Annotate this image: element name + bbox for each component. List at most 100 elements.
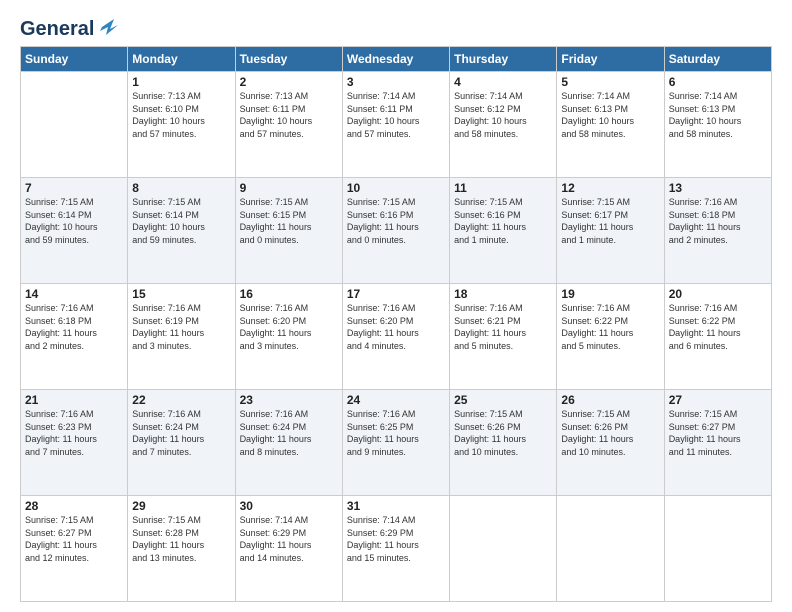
day-info: Sunrise: 7:14 AM Sunset: 6:12 PM Dayligh…: [454, 90, 552, 140]
day-info: Sunrise: 7:16 AM Sunset: 6:20 PM Dayligh…: [347, 302, 445, 352]
weekday-thursday: Thursday: [450, 47, 557, 72]
day-info: Sunrise: 7:15 AM Sunset: 6:14 PM Dayligh…: [132, 196, 230, 246]
calendar-cell: 22Sunrise: 7:16 AM Sunset: 6:24 PM Dayli…: [128, 390, 235, 496]
day-number: 23: [240, 393, 338, 407]
day-info: Sunrise: 7:14 AM Sunset: 6:13 PM Dayligh…: [561, 90, 659, 140]
calendar-cell: 11Sunrise: 7:15 AM Sunset: 6:16 PM Dayli…: [450, 178, 557, 284]
calendar-cell: 1Sunrise: 7:13 AM Sunset: 6:10 PM Daylig…: [128, 72, 235, 178]
day-number: 2: [240, 75, 338, 89]
day-number: 18: [454, 287, 552, 301]
calendar-cell: 15Sunrise: 7:16 AM Sunset: 6:19 PM Dayli…: [128, 284, 235, 390]
weekday-wednesday: Wednesday: [342, 47, 449, 72]
weekday-monday: Monday: [128, 47, 235, 72]
calendar-cell: 8Sunrise: 7:15 AM Sunset: 6:14 PM Daylig…: [128, 178, 235, 284]
calendar-cell: [557, 496, 664, 602]
day-info: Sunrise: 7:16 AM Sunset: 6:24 PM Dayligh…: [240, 408, 338, 458]
day-number: 3: [347, 75, 445, 89]
day-info: Sunrise: 7:13 AM Sunset: 6:11 PM Dayligh…: [240, 90, 338, 140]
calendar-cell: [450, 496, 557, 602]
day-number: 13: [669, 181, 767, 195]
day-number: 21: [25, 393, 123, 407]
calendar-table: SundayMondayTuesdayWednesdayThursdayFrid…: [20, 46, 772, 602]
day-info: Sunrise: 7:16 AM Sunset: 6:22 PM Dayligh…: [669, 302, 767, 352]
calendar-cell: [664, 496, 771, 602]
day-number: 12: [561, 181, 659, 195]
calendar-cell: 20Sunrise: 7:16 AM Sunset: 6:22 PM Dayli…: [664, 284, 771, 390]
day-info: Sunrise: 7:15 AM Sunset: 6:16 PM Dayligh…: [347, 196, 445, 246]
day-info: Sunrise: 7:16 AM Sunset: 6:18 PM Dayligh…: [25, 302, 123, 352]
day-info: Sunrise: 7:16 AM Sunset: 6:23 PM Dayligh…: [25, 408, 123, 458]
day-number: 6: [669, 75, 767, 89]
calendar-cell: 18Sunrise: 7:16 AM Sunset: 6:21 PM Dayli…: [450, 284, 557, 390]
calendar-cell: 27Sunrise: 7:15 AM Sunset: 6:27 PM Dayli…: [664, 390, 771, 496]
day-number: 19: [561, 287, 659, 301]
day-number: 1: [132, 75, 230, 89]
day-number: 16: [240, 287, 338, 301]
calendar-cell: 29Sunrise: 7:15 AM Sunset: 6:28 PM Dayli…: [128, 496, 235, 602]
calendar-cell: 5Sunrise: 7:14 AM Sunset: 6:13 PM Daylig…: [557, 72, 664, 178]
day-info: Sunrise: 7:15 AM Sunset: 6:27 PM Dayligh…: [669, 408, 767, 458]
calendar-cell: 13Sunrise: 7:16 AM Sunset: 6:18 PM Dayli…: [664, 178, 771, 284]
calendar-cell: 28Sunrise: 7:15 AM Sunset: 6:27 PM Dayli…: [21, 496, 128, 602]
day-info: Sunrise: 7:16 AM Sunset: 6:18 PM Dayligh…: [669, 196, 767, 246]
day-number: 4: [454, 75, 552, 89]
calendar-body: 1Sunrise: 7:13 AM Sunset: 6:10 PM Daylig…: [21, 72, 772, 602]
day-info: Sunrise: 7:14 AM Sunset: 6:29 PM Dayligh…: [347, 514, 445, 564]
calendar-cell: 3Sunrise: 7:14 AM Sunset: 6:11 PM Daylig…: [342, 72, 449, 178]
calendar-cell: 21Sunrise: 7:16 AM Sunset: 6:23 PM Dayli…: [21, 390, 128, 496]
page-header: General: [20, 18, 772, 36]
calendar-cell: 4Sunrise: 7:14 AM Sunset: 6:12 PM Daylig…: [450, 72, 557, 178]
weekday-friday: Friday: [557, 47, 664, 72]
calendar-cell: 16Sunrise: 7:16 AM Sunset: 6:20 PM Dayli…: [235, 284, 342, 390]
calendar-cell: 25Sunrise: 7:15 AM Sunset: 6:26 PM Dayli…: [450, 390, 557, 496]
calendar-cell: 10Sunrise: 7:15 AM Sunset: 6:16 PM Dayli…: [342, 178, 449, 284]
calendar-cell: 24Sunrise: 7:16 AM Sunset: 6:25 PM Dayli…: [342, 390, 449, 496]
day-info: Sunrise: 7:16 AM Sunset: 6:20 PM Dayligh…: [240, 302, 338, 352]
logo: General: [20, 18, 118, 36]
weekday-tuesday: Tuesday: [235, 47, 342, 72]
calendar-cell: 7Sunrise: 7:15 AM Sunset: 6:14 PM Daylig…: [21, 178, 128, 284]
weekday-sunday: Sunday: [21, 47, 128, 72]
calendar-cell: 19Sunrise: 7:16 AM Sunset: 6:22 PM Dayli…: [557, 284, 664, 390]
day-number: 25: [454, 393, 552, 407]
calendar-cell: 17Sunrise: 7:16 AM Sunset: 6:20 PM Dayli…: [342, 284, 449, 390]
calendar-week-2: 7Sunrise: 7:15 AM Sunset: 6:14 PM Daylig…: [21, 178, 772, 284]
day-number: 28: [25, 499, 123, 513]
day-info: Sunrise: 7:15 AM Sunset: 6:27 PM Dayligh…: [25, 514, 123, 564]
day-number: 31: [347, 499, 445, 513]
day-number: 9: [240, 181, 338, 195]
day-number: 24: [347, 393, 445, 407]
logo-general: General: [20, 18, 94, 40]
day-number: 27: [669, 393, 767, 407]
calendar-cell: 23Sunrise: 7:16 AM Sunset: 6:24 PM Dayli…: [235, 390, 342, 496]
day-info: Sunrise: 7:15 AM Sunset: 6:28 PM Dayligh…: [132, 514, 230, 564]
calendar-week-1: 1Sunrise: 7:13 AM Sunset: 6:10 PM Daylig…: [21, 72, 772, 178]
day-info: Sunrise: 7:15 AM Sunset: 6:15 PM Dayligh…: [240, 196, 338, 246]
day-number: 20: [669, 287, 767, 301]
day-number: 22: [132, 393, 230, 407]
weekday-saturday: Saturday: [664, 47, 771, 72]
calendar-week-5: 28Sunrise: 7:15 AM Sunset: 6:27 PM Dayli…: [21, 496, 772, 602]
day-info: Sunrise: 7:15 AM Sunset: 6:16 PM Dayligh…: [454, 196, 552, 246]
day-number: 5: [561, 75, 659, 89]
calendar-cell: 2Sunrise: 7:13 AM Sunset: 6:11 PM Daylig…: [235, 72, 342, 178]
day-info: Sunrise: 7:14 AM Sunset: 6:29 PM Dayligh…: [240, 514, 338, 564]
day-number: 26: [561, 393, 659, 407]
day-info: Sunrise: 7:16 AM Sunset: 6:21 PM Dayligh…: [454, 302, 552, 352]
calendar-cell: 6Sunrise: 7:14 AM Sunset: 6:13 PM Daylig…: [664, 72, 771, 178]
day-number: 30: [240, 499, 338, 513]
calendar-cell: 14Sunrise: 7:16 AM Sunset: 6:18 PM Dayli…: [21, 284, 128, 390]
calendar-cell: 9Sunrise: 7:15 AM Sunset: 6:15 PM Daylig…: [235, 178, 342, 284]
day-number: 15: [132, 287, 230, 301]
day-info: Sunrise: 7:14 AM Sunset: 6:11 PM Dayligh…: [347, 90, 445, 140]
day-info: Sunrise: 7:13 AM Sunset: 6:10 PM Dayligh…: [132, 90, 230, 140]
day-info: Sunrise: 7:14 AM Sunset: 6:13 PM Dayligh…: [669, 90, 767, 140]
day-info: Sunrise: 7:15 AM Sunset: 6:14 PM Dayligh…: [25, 196, 123, 246]
calendar-week-3: 14Sunrise: 7:16 AM Sunset: 6:18 PM Dayli…: [21, 284, 772, 390]
calendar-cell: 31Sunrise: 7:14 AM Sunset: 6:29 PM Dayli…: [342, 496, 449, 602]
logo-bird-icon: [96, 17, 118, 37]
day-number: 14: [25, 287, 123, 301]
day-number: 17: [347, 287, 445, 301]
calendar-week-4: 21Sunrise: 7:16 AM Sunset: 6:23 PM Dayli…: [21, 390, 772, 496]
calendar-cell: 26Sunrise: 7:15 AM Sunset: 6:26 PM Dayli…: [557, 390, 664, 496]
